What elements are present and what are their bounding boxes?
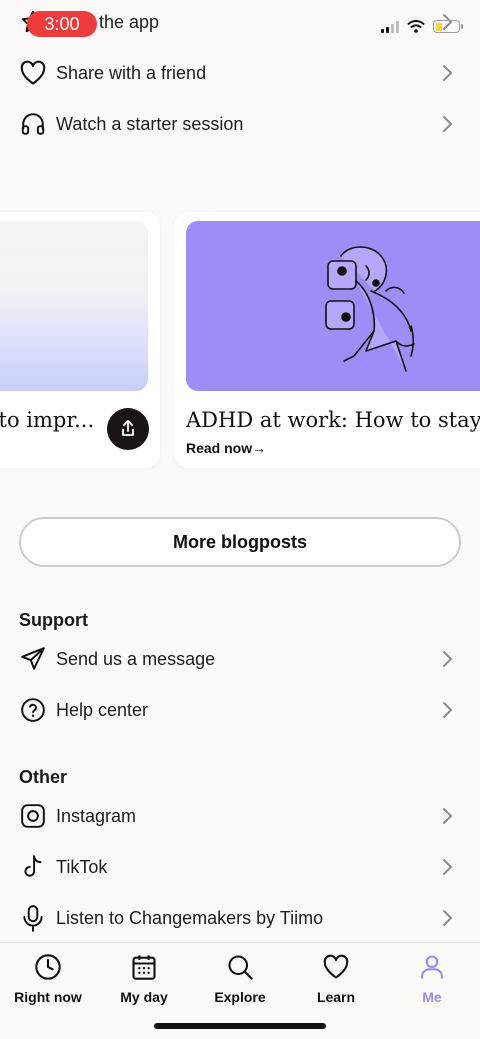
chevron-right-icon xyxy=(443,910,453,926)
tab-learn[interactable]: Learn xyxy=(288,953,384,1005)
tab-me[interactable]: Me xyxy=(384,953,480,1005)
share-button[interactable] xyxy=(107,408,149,450)
chevron-right-icon xyxy=(443,65,453,81)
battery-icon xyxy=(433,20,463,33)
wifi-icon xyxy=(407,20,425,33)
blog-card[interactable]: ADHD at work: How to stay... Read now→ xyxy=(174,212,480,468)
help-center-row[interactable]: Help center xyxy=(0,685,480,735)
tab-label: Explore xyxy=(214,989,266,1005)
tiktok-icon xyxy=(19,853,47,881)
share-friend-label: Share with a friend xyxy=(56,62,207,83)
podcast-label: Listen to Changemakers by Tiimo xyxy=(56,907,324,928)
person-icon xyxy=(421,955,443,979)
tab-explore[interactable]: Explore xyxy=(192,953,288,1005)
headphones-icon xyxy=(19,110,47,138)
read-now-link[interactable]: Read now→ xyxy=(186,440,266,456)
starter-session-label: Watch a starter session xyxy=(56,113,244,134)
blog-card-image xyxy=(0,221,148,391)
share-friend-row[interactable]: Share with a friend xyxy=(0,48,480,98)
tiktok-label: TikTok xyxy=(56,856,108,877)
chevron-right-icon xyxy=(443,859,453,875)
rate-app-label: the app xyxy=(99,11,160,32)
tiktok-row[interactable]: TikTok xyxy=(0,842,480,892)
starter-session-row[interactable]: Watch a starter session xyxy=(0,99,480,149)
share-icon xyxy=(122,420,134,436)
instagram-row[interactable]: Instagram xyxy=(0,791,480,841)
help-circle-icon xyxy=(19,696,47,724)
tab-label: Learn xyxy=(316,989,356,1005)
clock-icon xyxy=(35,954,61,980)
tab-my-day[interactable]: My day xyxy=(96,953,192,1005)
chevron-right-icon xyxy=(443,651,453,667)
search-icon xyxy=(228,955,253,980)
home-indicator xyxy=(154,1023,326,1029)
send-icon xyxy=(19,645,47,673)
instagram-label: Instagram xyxy=(56,805,137,826)
chevron-right-icon xyxy=(443,702,453,718)
send-message-label: Send us a message xyxy=(56,648,216,669)
tab-label: Me xyxy=(422,989,442,1005)
microphone-icon xyxy=(19,904,47,932)
other-section-title: Other xyxy=(19,767,68,787)
blog-card-image xyxy=(186,221,480,391)
help-center-label: Help center xyxy=(56,699,149,720)
status-icons xyxy=(381,20,463,33)
chevron-right-icon xyxy=(443,808,453,824)
blog-card-title: y to impr... xyxy=(0,408,95,432)
calendar-icon xyxy=(132,955,156,980)
support-section-title: Support xyxy=(19,610,88,630)
heart-icon xyxy=(323,954,349,979)
recording-time-pill: 3:00 xyxy=(27,11,97,37)
tab-label: My day xyxy=(120,989,168,1005)
podcast-row[interactable]: Listen to Changemakers by Tiimo xyxy=(0,893,480,943)
heart-icon xyxy=(19,59,47,87)
tab-right-now[interactable]: Right now xyxy=(0,953,96,1005)
adhd-illustration xyxy=(325,246,415,372)
chevron-right-icon xyxy=(443,116,453,132)
instagram-icon xyxy=(19,802,47,830)
tab-label: Right now xyxy=(14,989,82,1005)
send-message-row[interactable]: Send us a message xyxy=(0,634,480,684)
cellular-signal-icon xyxy=(381,20,399,33)
blog-card-title: ADHD at work: How to stay... xyxy=(186,408,480,432)
more-blogposts-button[interactable]: More blogposts xyxy=(19,517,461,567)
